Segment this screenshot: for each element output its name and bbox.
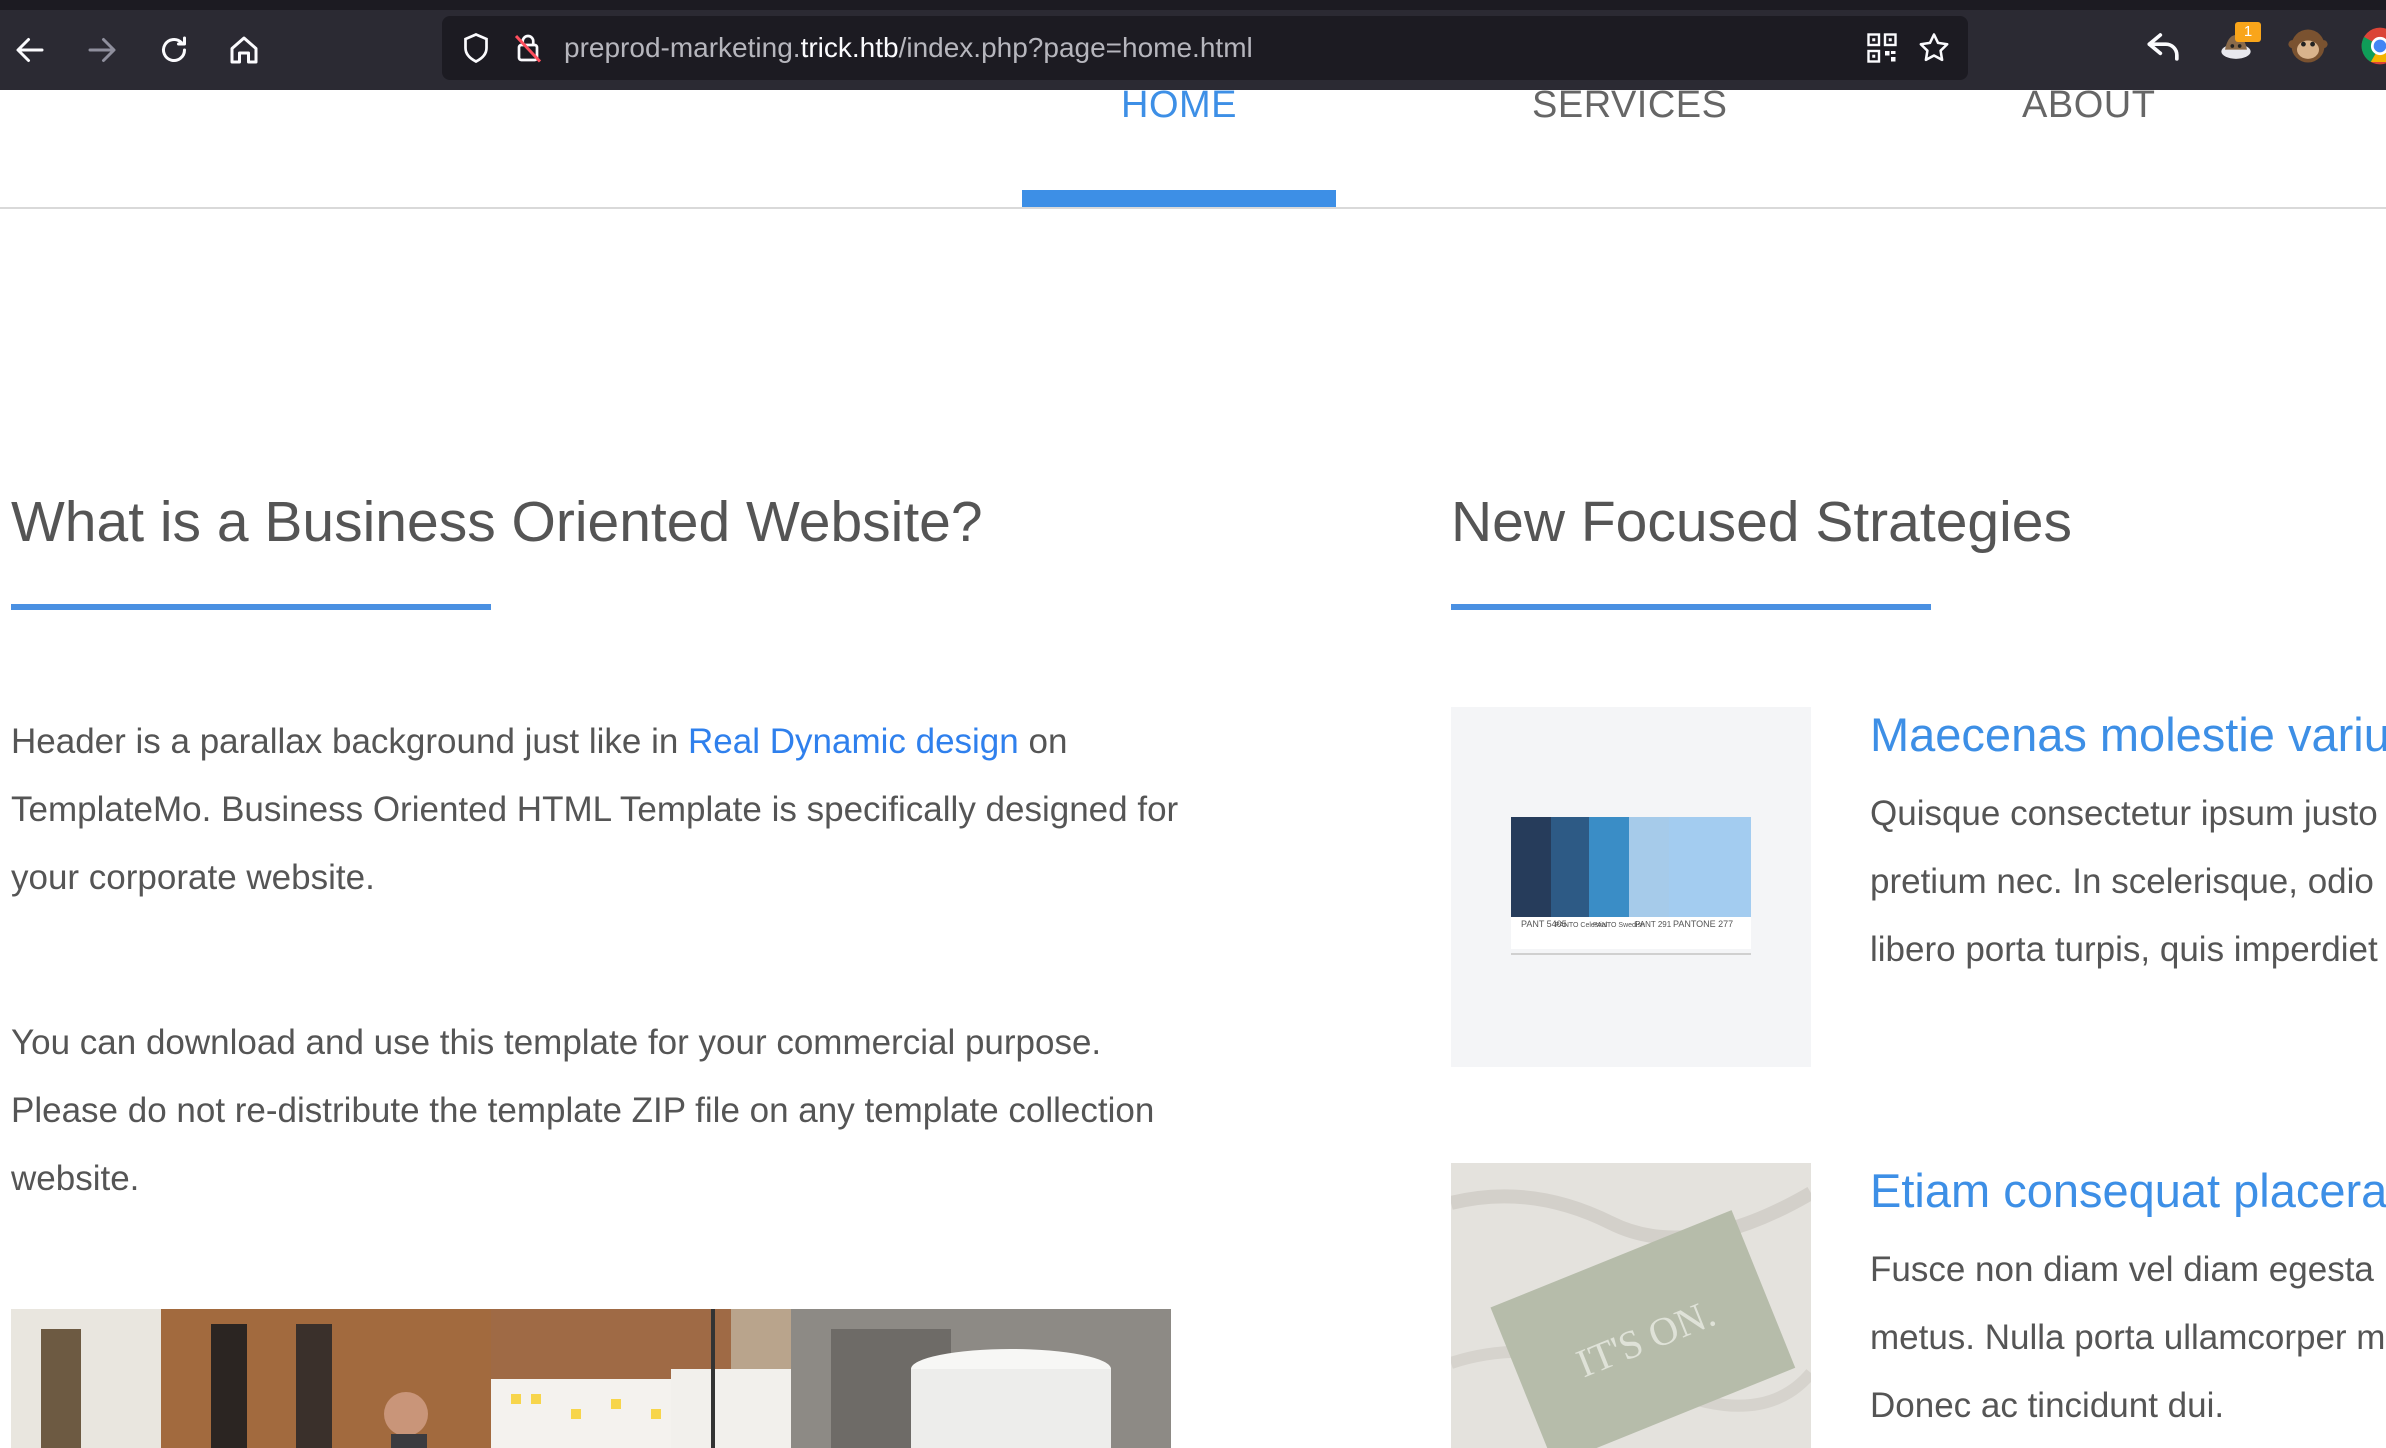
back-button[interactable] xyxy=(0,22,60,78)
intro-text-start: Header is a parallax background just lik… xyxy=(11,722,689,761)
swatch-label-5: PANTONE 277 xyxy=(1673,919,1733,929)
active-nav-indicator xyxy=(1022,190,1336,207)
insecure-lock-icon[interactable] xyxy=(510,30,546,66)
arrow-right-icon xyxy=(88,38,116,62)
download-paragraph: You can download and use this template f… xyxy=(11,1023,1155,1198)
office-photo xyxy=(11,1309,1171,1448)
home-icon xyxy=(230,36,258,64)
swatch-label-4: PANT 291 xyxy=(1635,920,1672,929)
nav-about[interactable]: ABOUT xyxy=(2022,86,2155,124)
reload-icon xyxy=(162,36,186,62)
nav-divider xyxy=(0,207,2386,209)
nav-home[interactable]: HOME xyxy=(1121,86,1237,124)
card-1-text: Quisque consectetur ipsum justo pretium … xyxy=(1870,794,2378,969)
right-section-heading: New Focused Strategies xyxy=(1451,490,2072,554)
home-button[interactable] xyxy=(214,22,274,78)
address-bar[interactable]: preprod-marketing.trick.htb/index.php?pa… xyxy=(442,16,1968,80)
card-2-text: Fusce non diam vel diam egesta metus. Nu… xyxy=(1870,1250,2386,1425)
chrome-extension-icon[interactable] xyxy=(2358,24,2386,68)
card-2-title[interactable]: Etiam consequat placera xyxy=(1870,1164,2386,1218)
url-text[interactable]: preprod-marketing.trick.htb/index.php?pa… xyxy=(564,16,1253,80)
bookmark-star-icon[interactable] xyxy=(1916,30,1952,66)
its-on-card-image: IT'S ON. xyxy=(1451,1163,1811,1448)
right-heading-rule xyxy=(1451,604,1931,610)
left-section-heading: What is a Business Oriented Website? xyxy=(11,490,983,554)
url-host: trick.htb xyxy=(800,32,899,63)
browser-toolbar: preprod-marketing.trick.htb/index.php?pa… xyxy=(0,0,2386,90)
real-dynamic-design-link[interactable]: Real Dynamic design xyxy=(688,722,1019,761)
card-1-title[interactable]: Maecenas molestie variu xyxy=(1870,708,2386,762)
shield-icon[interactable] xyxy=(458,30,494,66)
office-photo-image xyxy=(11,1309,1171,1448)
qr-code-icon[interactable] xyxy=(1864,30,1900,66)
extension-badge: 1 xyxy=(2235,22,2261,42)
url-path: /index.php?page=home.html xyxy=(898,32,1253,63)
pantone-swatch-thumbnail[interactable]: PANT 5405 PANTO Celestial PANTO Swedish … xyxy=(1451,707,1811,1067)
arrow-left-icon xyxy=(16,38,44,62)
left-heading-rule xyxy=(11,604,491,610)
undo-icon[interactable] xyxy=(2142,24,2186,68)
intro-paragraph: Header is a parallax background just lik… xyxy=(11,708,1191,912)
nav-services[interactable]: SERVICES xyxy=(1532,86,1727,124)
reload-button[interactable] xyxy=(144,22,204,78)
its-on-card-thumbnail[interactable]: IT'S ON. xyxy=(1451,1163,1811,1448)
url-prefix: preprod-marketing. xyxy=(564,32,801,63)
monkey-extension-icon[interactable] xyxy=(2286,24,2330,68)
forward-button[interactable] xyxy=(72,22,132,78)
pantone-swatch-image: PANT 5405 PANTO Celestial PANTO Swedish … xyxy=(1451,707,1811,1067)
